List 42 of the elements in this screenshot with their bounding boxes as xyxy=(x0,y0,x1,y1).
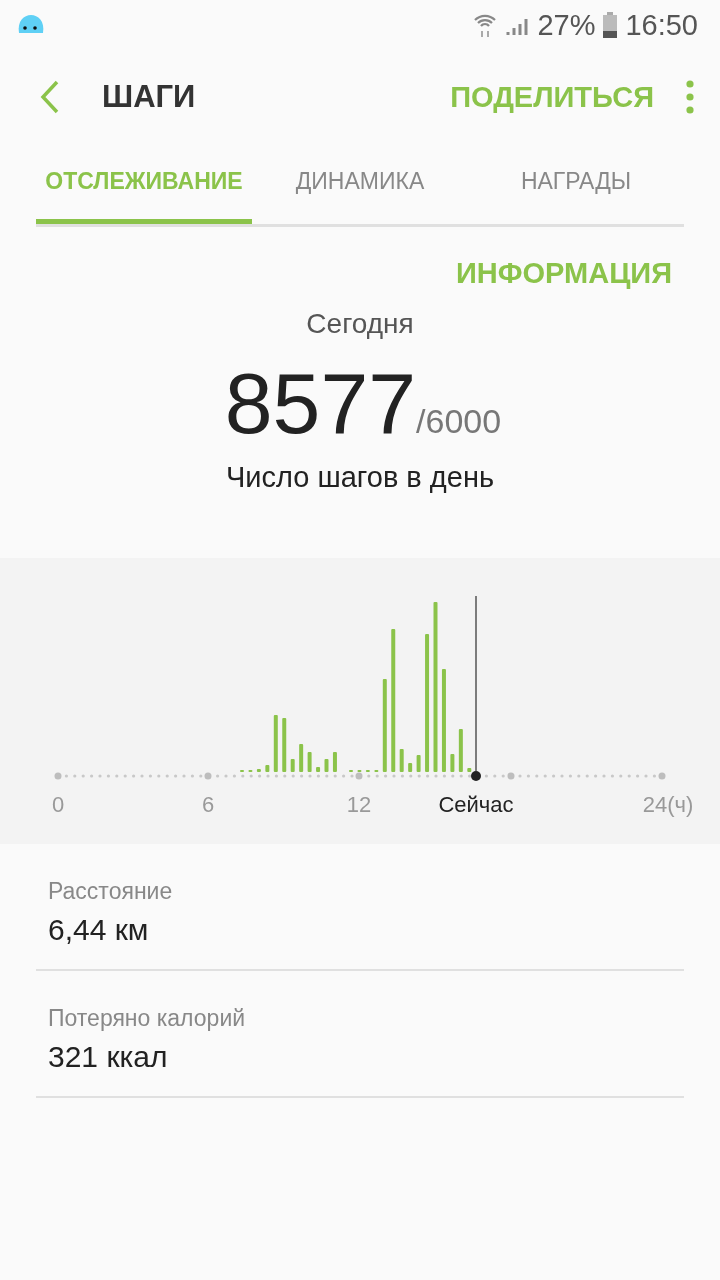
step-goal: /6000 xyxy=(416,402,502,441)
step-bar xyxy=(256,769,261,772)
wifi-icon xyxy=(473,12,498,38)
steps-caption: Число шагов в день xyxy=(225,461,495,494)
step-count: 8577 xyxy=(224,354,417,453)
stat-value: 6,44 км xyxy=(48,913,150,947)
period-label: Сегодня xyxy=(305,308,415,340)
back-button[interactable] xyxy=(40,80,60,114)
step-bar xyxy=(282,718,287,772)
battery-icon xyxy=(603,12,618,38)
axis-label: 6 xyxy=(201,792,215,818)
share-button[interactable]: ПОДЕЛИТЬСЯ xyxy=(450,80,654,114)
step-bar xyxy=(324,759,329,772)
axis-label: 12 xyxy=(346,792,372,818)
step-bar xyxy=(467,768,472,772)
tab[interactable]: ОТСЛЕЖИВАНИЕ xyxy=(36,144,252,224)
step-bar xyxy=(450,754,455,772)
tab[interactable]: ДИНАМИКА xyxy=(252,144,468,224)
axis-label: 0 xyxy=(51,792,65,818)
stat-label: Расстояние xyxy=(48,878,174,905)
info-link[interactable]: ИНФОРМАЦИЯ xyxy=(455,257,672,290)
step-bar xyxy=(332,752,337,772)
tab[interactable]: НАГРАДЫ xyxy=(468,144,684,224)
step-bar xyxy=(399,749,404,772)
more-menu-icon[interactable] xyxy=(686,80,694,114)
step-bar xyxy=(408,763,413,772)
battery-percent: 27% xyxy=(537,8,596,42)
page-title: ШАГИ xyxy=(102,79,196,115)
stat-value: 321 ккал xyxy=(48,1040,169,1074)
step-bar xyxy=(290,759,295,772)
step-bar xyxy=(316,767,321,772)
step-bar xyxy=(416,755,421,772)
now-marker xyxy=(471,771,481,781)
step-bar xyxy=(273,715,278,772)
axis-label: 24(ч) xyxy=(642,792,694,818)
step-bar xyxy=(265,765,270,772)
step-bar xyxy=(307,752,312,772)
stat-label: Потеряно калорий xyxy=(48,1005,247,1032)
clock: 16:50 xyxy=(625,8,698,42)
step-bar xyxy=(299,744,304,772)
step-bar xyxy=(458,729,463,772)
now-label: Сейчас xyxy=(438,792,514,818)
